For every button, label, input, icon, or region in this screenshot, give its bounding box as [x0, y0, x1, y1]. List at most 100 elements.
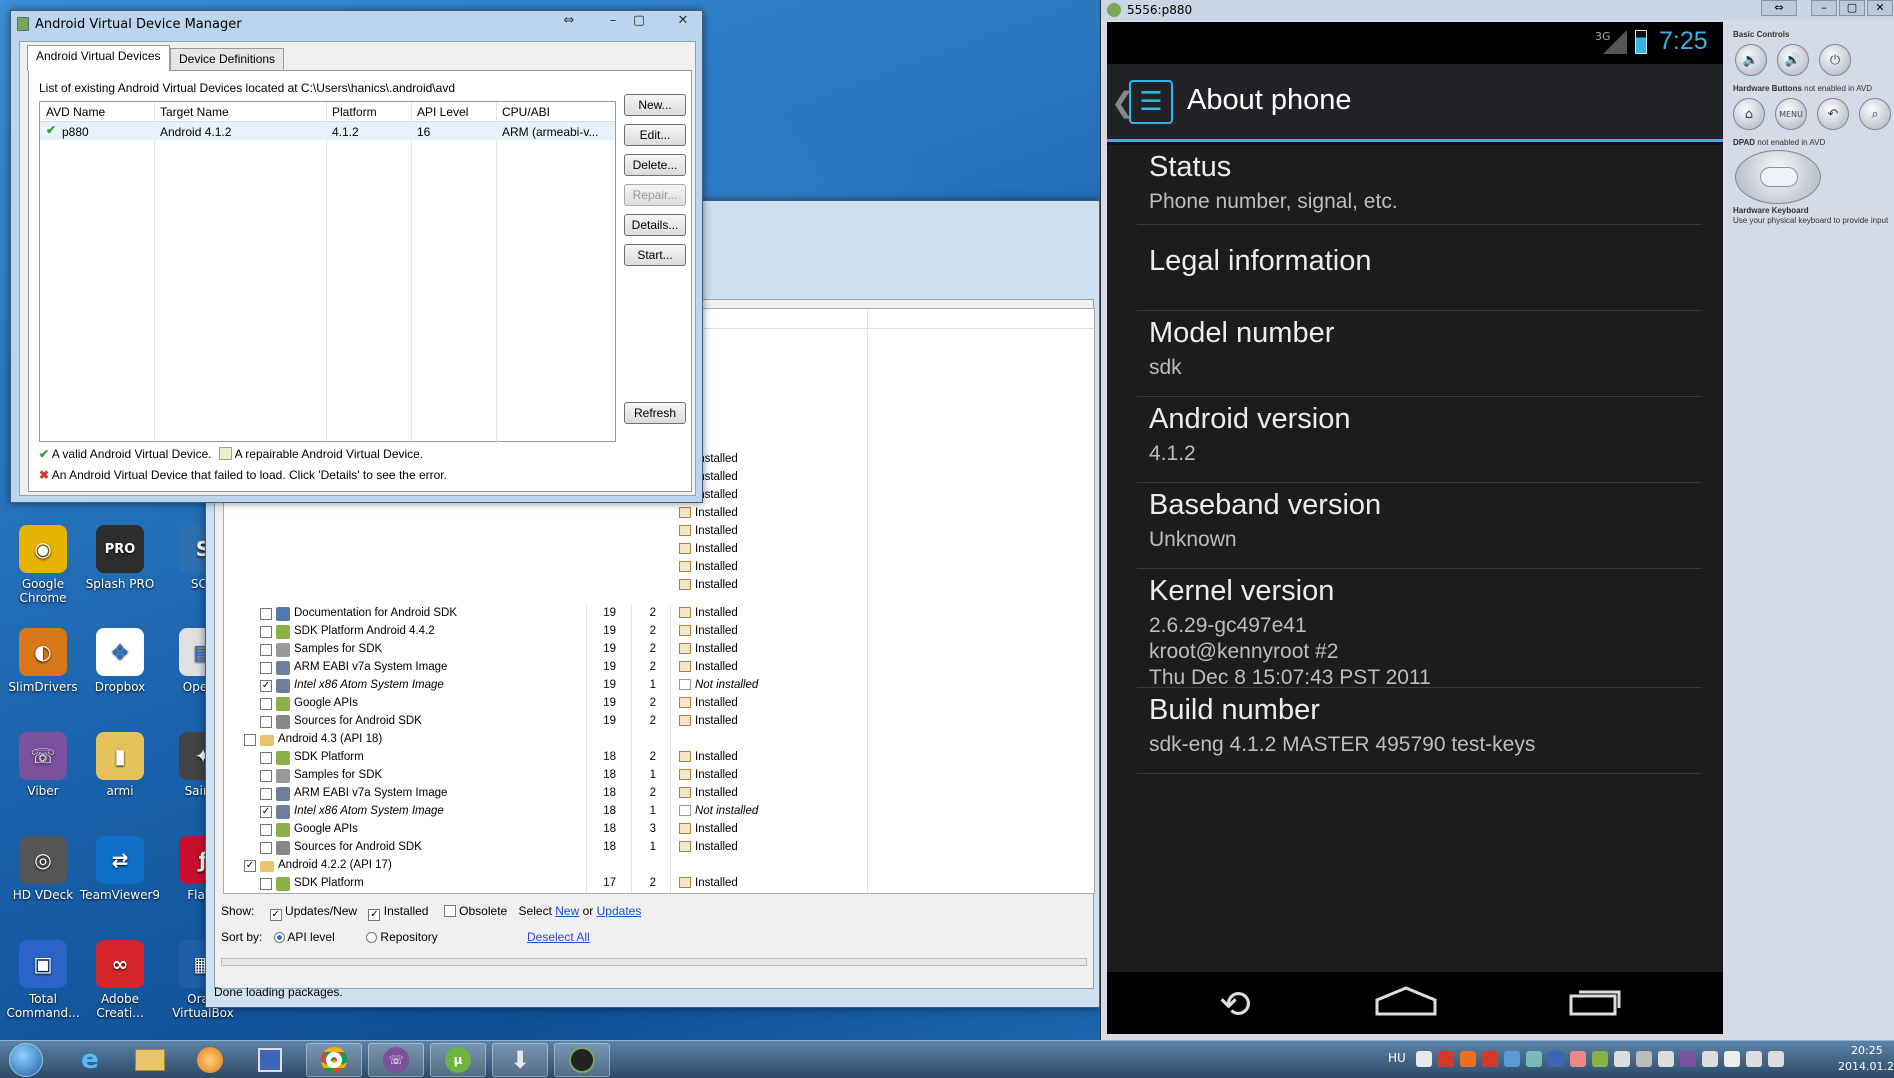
download-icon[interactable]: ⬇ — [492, 1043, 548, 1077]
table-row[interactable]: Google APIs 18 3 Installed — [224, 821, 1094, 839]
table-row[interactable]: SDK Platform 18 2 Installed — [224, 749, 1094, 767]
desktop-icon[interactable]: ▣ Total Command... — [0, 940, 86, 1020]
pref-item[interactable]: Android version 4.1.2 — [1137, 397, 1701, 483]
pref-item[interactable]: Build number sdk-eng 4.1.2 MASTER 495790 … — [1137, 688, 1701, 774]
search-hw-icon[interactable]: ⌕ — [1859, 98, 1891, 130]
package-checkbox[interactable] — [260, 824, 272, 836]
tray-icon[interactable] — [1548, 1051, 1564, 1067]
package-checkbox[interactable] — [260, 752, 272, 764]
menu-hw-button[interactable]: MENU — [1775, 98, 1807, 130]
new-button[interactable]: New... — [624, 94, 686, 116]
maximize-button[interactable]: ▢ — [625, 11, 653, 31]
tray-icon[interactable] — [1570, 1051, 1586, 1067]
table-row[interactable]: ARM EABI v7a System Image 19 2 Installed — [224, 659, 1094, 677]
desktop-icon[interactable]: ∞ Adobe Creati... — [77, 940, 163, 1020]
table-row[interactable]: SDK Platform 17 2 Installed — [224, 875, 1094, 893]
sort-repository-radio[interactable] — [366, 932, 378, 943]
maximize-button[interactable]: ▢ — [1839, 0, 1865, 16]
power-icon[interactable]: ⏻ — [1819, 44, 1851, 76]
restore-icon[interactable]: ⇔ — [555, 11, 583, 31]
select-updates-link[interactable]: Updates — [597, 904, 642, 918]
tab-android-virtual-devices[interactable]: Android Virtual Devices — [27, 45, 170, 71]
package-checkbox[interactable] — [260, 608, 272, 620]
package-checkbox[interactable]: ✓ — [244, 860, 256, 872]
tray-icon[interactable] — [1702, 1051, 1718, 1067]
minimize-button[interactable]: – — [599, 11, 627, 31]
settings-icon[interactable]: ☰ — [1129, 80, 1173, 124]
table-row[interactable]: Installed — [224, 577, 1094, 595]
col-cpu-abi[interactable]: CPU/ABI — [502, 105, 550, 119]
dpad-control[interactable] — [1735, 150, 1821, 204]
start-button[interactable]: Start... — [624, 244, 686, 266]
home-icon[interactable] — [1375, 986, 1437, 1016]
pref-item[interactable]: Legal information — [1137, 225, 1701, 311]
package-checkbox[interactable] — [260, 788, 272, 800]
package-checkbox[interactable] — [260, 662, 272, 674]
col-platform[interactable]: Platform — [332, 105, 377, 119]
utorrent-icon[interactable]: µ — [430, 1043, 486, 1077]
table-row[interactable]: Installed — [224, 541, 1094, 559]
tray-icon[interactable] — [1438, 1051, 1454, 1067]
desktop-icon[interactable]: ◎ HD VDeck — [0, 836, 86, 902]
save-icon[interactable] — [242, 1043, 298, 1077]
back-icon[interactable]: ⟲ — [1219, 982, 1251, 1026]
tray-icon[interactable] — [1460, 1051, 1476, 1067]
table-row[interactable]: ✔ p880 Android 4.1.2 4.1.2 16 ARM (armea… — [40, 122, 615, 140]
tray-icon[interactable] — [1614, 1051, 1630, 1067]
start-orb[interactable] — [2, 1043, 50, 1077]
package-checkbox[interactable]: ✓ — [260, 806, 272, 818]
language-indicator[interactable]: HU — [1388, 1051, 1406, 1065]
col-target-name[interactable]: Target Name — [160, 105, 229, 119]
obsolete-checkbox[interactable] — [443, 905, 456, 917]
tray-date[interactable]: 2014.01.20 — [1838, 1060, 1894, 1073]
pref-item[interactable]: Kernel version 2.6.29-gc497e41 kroot@kenn… — [1137, 569, 1701, 689]
tray-icon[interactable] — [1768, 1051, 1784, 1067]
col-api-level[interactable]: API Level — [417, 105, 468, 119]
deselect-all-link[interactable]: Deselect All — [527, 930, 590, 944]
chrome-icon[interactable] — [306, 1043, 362, 1077]
tray-icon[interactable] — [1526, 1051, 1542, 1067]
home-hw-icon[interactable]: ⌂ — [1733, 98, 1765, 130]
table-row[interactable]: Samples for SDK 19 2 Installed — [224, 641, 1094, 659]
desktop-icon[interactable]: ☏ Viber — [0, 732, 86, 798]
package-group-row[interactable]: Android 4.3 (API 18) — [224, 731, 1094, 749]
tray-icon[interactable] — [1724, 1051, 1740, 1067]
desktop-icon[interactable]: ▮ armi — [77, 732, 163, 798]
tray-icon[interactable] — [1636, 1051, 1652, 1067]
minimize-button[interactable]: – — [1811, 0, 1837, 16]
table-row[interactable]: Installed — [224, 505, 1094, 523]
refresh-button[interactable]: Refresh — [624, 402, 686, 424]
recent-apps-icon[interactable] — [1567, 986, 1623, 1016]
package-checkbox[interactable] — [260, 878, 272, 890]
repair-button[interactable]: Repair... — [624, 184, 686, 206]
file-explorer-icon[interactable] — [122, 1043, 178, 1077]
tray-icon[interactable] — [1680, 1051, 1696, 1067]
table-row[interactable]: Samples for SDK 18 1 Installed — [224, 767, 1094, 785]
col-avd-name[interactable]: AVD Name — [46, 105, 105, 119]
pref-item[interactable]: Status Phone number, signal, etc. — [1137, 145, 1701, 225]
media-icon[interactable] — [182, 1043, 238, 1077]
installed-checkbox[interactable]: ✓ — [368, 909, 381, 921]
restore-icon[interactable]: ⇔ — [1761, 0, 1797, 16]
tab-device-definitions[interactable]: Device Definitions — [170, 48, 285, 70]
package-checkbox[interactable] — [260, 644, 272, 656]
sort-api-radio[interactable] — [273, 932, 285, 943]
details-button[interactable]: Details... — [624, 214, 686, 236]
updates-new-checkbox[interactable]: ✓ — [269, 909, 282, 921]
package-group-row[interactable]: ✓ Android 4.2.2 (API 17) — [224, 857, 1094, 875]
table-row[interactable]: Documentation for Android SDK 19 2 Installe… — [224, 605, 1094, 623]
table-row[interactable]: ARM EABI v7a System Image 18 2 Installed — [224, 785, 1094, 803]
pref-item[interactable]: Baseband version Unknown — [1137, 483, 1701, 569]
package-checkbox[interactable] — [260, 626, 272, 638]
table-row[interactable]: Sources for Android SDK 18 1 Installed — [224, 839, 1094, 857]
viber-icon[interactable]: ☏ — [368, 1043, 424, 1077]
internet-explorer-icon[interactable]: e — [62, 1043, 118, 1077]
table-row[interactable]: Samples for SDK171Installed — [224, 893, 1095, 894]
volume-down-icon[interactable]: 🔉 — [1735, 44, 1767, 76]
desktop-icon[interactable]: PRO Splash PRO — [77, 525, 163, 591]
table-row[interactable]: Installed — [224, 559, 1094, 577]
table-row[interactable]: Google APIs 19 2 Installed — [224, 695, 1094, 713]
close-button[interactable]: ✕ — [1867, 0, 1893, 16]
table-row[interactable]: Sources for Android SDK 19 2 Installed — [224, 713, 1094, 731]
package-checkbox[interactable] — [244, 734, 256, 746]
